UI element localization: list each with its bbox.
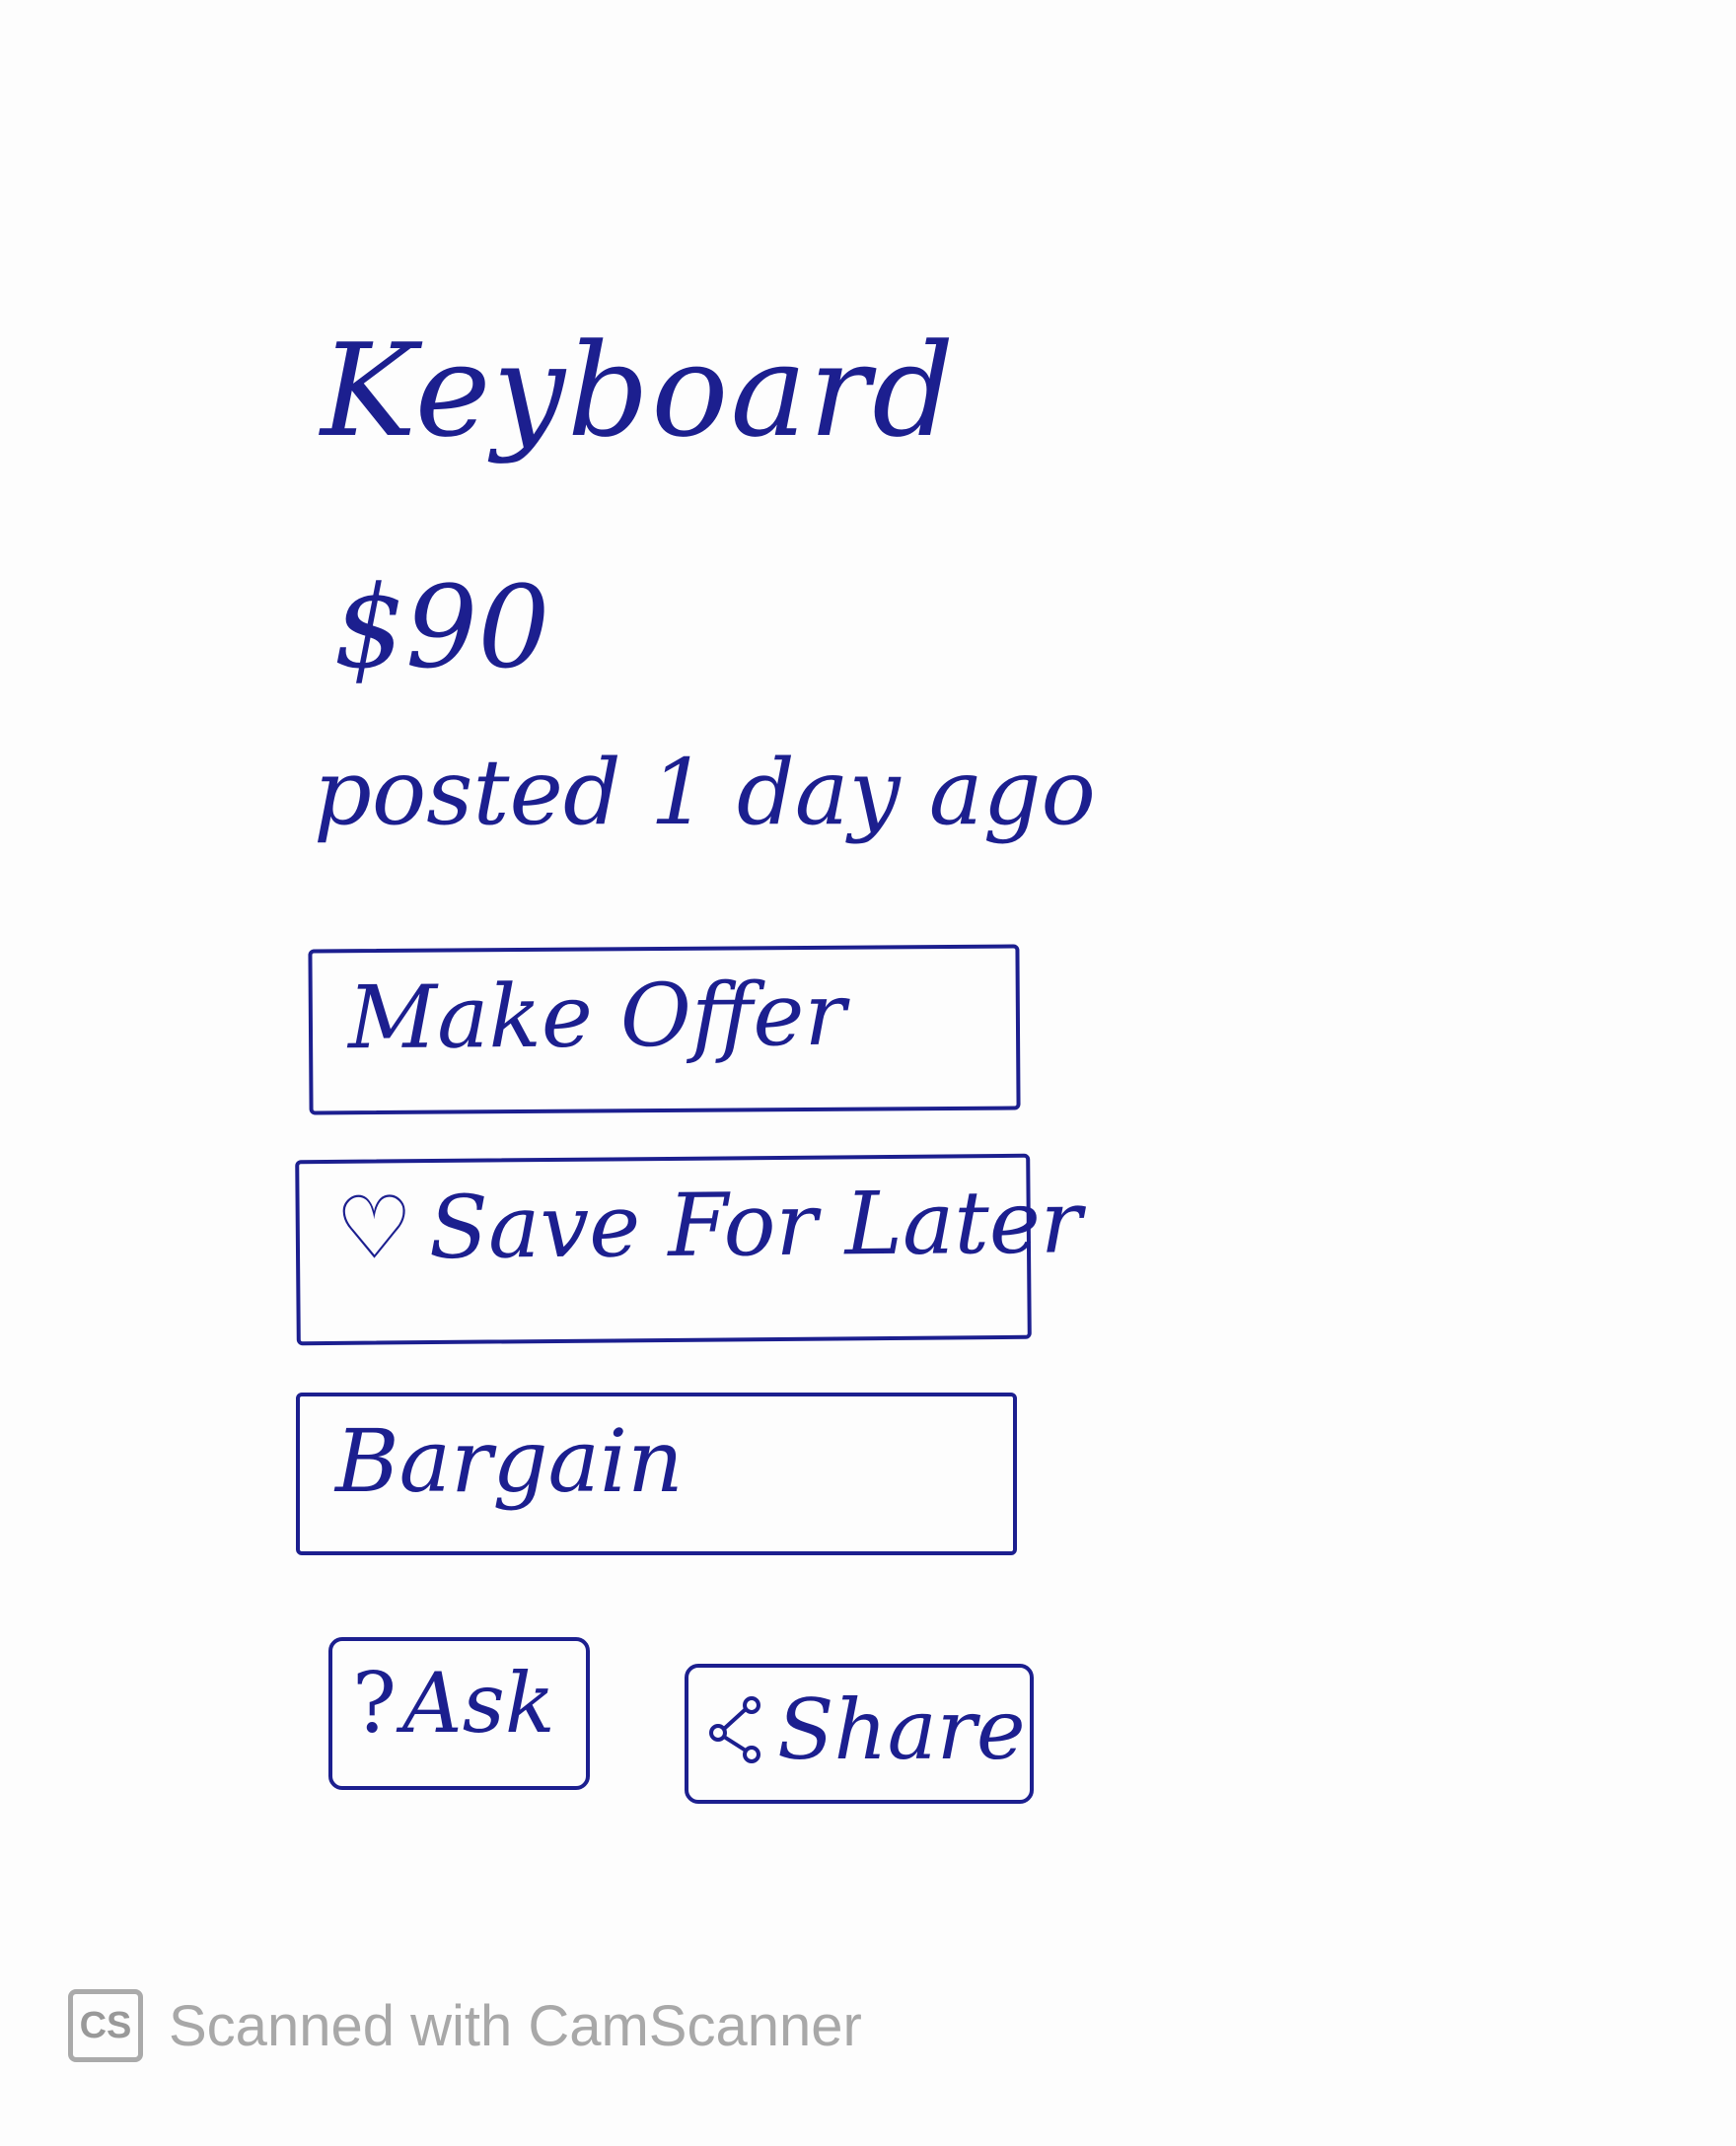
share-icon xyxy=(706,1681,769,1784)
ask-label: Ask xyxy=(402,1655,555,1752)
bargain-button[interactable]: Bargain xyxy=(296,1393,1017,1555)
camscanner-watermark: CS Scanned with CamScanner xyxy=(68,1989,862,2062)
bargain-label: Bargain xyxy=(335,1410,684,1512)
watermark-text: Scanned with CamScanner xyxy=(169,1993,862,2058)
save-for-later-label: Save For Later xyxy=(428,1171,1083,1279)
posted-time: posted 1 day ago xyxy=(314,740,1096,845)
make-offer-button[interactable]: Make Offer xyxy=(308,944,1021,1115)
ask-button[interactable]: ? Ask xyxy=(328,1637,590,1790)
make-offer-label: Make Offer xyxy=(347,963,846,1069)
share-button[interactable]: Share xyxy=(685,1664,1034,1804)
share-label: Share xyxy=(777,1681,1026,1778)
camscanner-logo: CS xyxy=(68,1989,143,2062)
listing-price: $90 xyxy=(333,562,550,694)
listing-title: Keyboard xyxy=(321,316,957,465)
save-for-later-button[interactable]: ♡ Save For Later xyxy=(295,1153,1082,1346)
heart-icon: ♡ xyxy=(334,1177,414,1279)
question-icon: ? xyxy=(352,1655,398,1752)
